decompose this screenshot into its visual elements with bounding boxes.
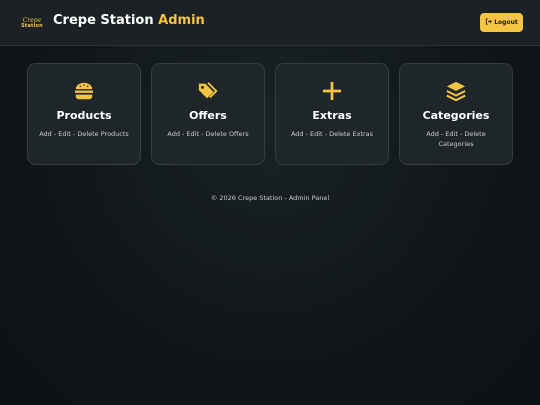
card-description: Add - Edit - Delete Products	[39, 130, 129, 138]
card-title: Offers	[189, 109, 227, 122]
app-title-main: Crepe Station	[53, 13, 154, 28]
card-products[interactable]: Products Add - Edit - Delete Products	[27, 63, 141, 165]
card-description: Add - Edit - Delete Offers	[167, 130, 249, 138]
card-extras[interactable]: Extras Add - Edit - Delete Extras	[275, 63, 389, 165]
footer-copyright: © 2026 Crepe Station - Admin Panel	[210, 194, 330, 202]
logo-line-2: Station	[21, 22, 43, 29]
card-description: Add - Edit - Delete Categories	[426, 130, 486, 148]
card-title: Categories	[422, 109, 490, 122]
logout-icon	[485, 18, 492, 27]
burger-icon	[28, 79, 140, 103]
plus-icon	[276, 79, 388, 103]
brand-logo[interactable]: Crepe Station	[20, 14, 44, 32]
card-description: Add - Edit - Delete Extras	[290, 130, 374, 138]
top-header: Crepe Station Crepe Station Admin Logout	[0, 0, 540, 46]
card-title: Extras	[312, 109, 352, 122]
app-title-accent: Admin	[158, 13, 205, 28]
logout-button[interactable]: Logout	[480, 13, 523, 32]
layers-icon	[400, 79, 512, 103]
tags-icon	[152, 79, 264, 103]
logout-label: Logout	[494, 19, 518, 26]
card-categories[interactable]: Categories Add - Edit - Delete Categorie…	[399, 63, 513, 165]
app-title: Crepe Station Admin	[53, 13, 205, 28]
card-title: Products	[56, 109, 112, 122]
card-offers[interactable]: Offers Add - Edit - Delete Offers	[151, 63, 265, 165]
